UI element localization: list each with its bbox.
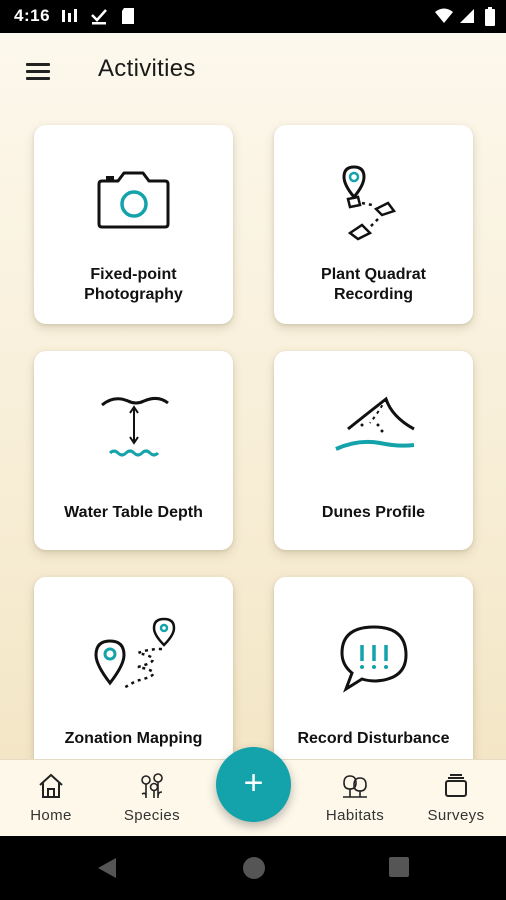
nav-label-species: Species [123,807,181,824]
back-icon[interactable] [96,856,118,880]
activity-label: Fixed-point Photography [42,265,225,305]
cell-signal-icon [460,9,474,23]
activity-label-line1: Fixed-point [90,266,177,283]
surveys-stack-icon [445,774,467,797]
activity-card-zonation-mapping[interactable]: Zonation Mapping [34,577,233,776]
wifi-icon [435,8,453,23]
trees-icon [343,775,367,798]
status-time: 4:16 [14,6,51,25]
activity-card-record-disturbance[interactable]: Record Disturbance [274,577,473,776]
nav-item-species[interactable]: Species [107,760,197,836]
home-circle-icon[interactable] [240,854,268,882]
page-title: Activities [98,55,196,82]
activity-label: Zonation Mapping [64,730,203,747]
status-bar: 4:16 [0,0,506,33]
activity-label: Record Disturbance [297,730,450,747]
nav-item-habitats[interactable]: Habitats [310,760,400,836]
dune-profile-icon [335,396,415,451]
nav-label-surveys: Surveys [427,807,485,824]
battery-icon [485,7,495,26]
nav-label-habitats: Habitats [325,807,385,824]
activity-label-line1: Plant Quadrat [321,266,426,283]
activity-label: Water Table Depth [64,504,203,521]
recents-icon[interactable] [388,856,410,878]
camera-icon [97,171,170,229]
activity-label: Plant Quadrat Recording [282,265,465,305]
sd-card-icon [122,8,134,24]
system-navigation-bar [0,836,506,900]
nav-item-home[interactable]: Home [6,760,96,836]
sim-signal-icon [62,9,77,22]
flowers-icon [141,773,163,798]
zonation-map-icon [94,617,176,691]
water-depth-icon [101,396,169,457]
activity-card-dunes-profile[interactable]: Dunes Profile [274,351,473,550]
download-done-icon [91,9,107,25]
nav-label-home: Home [30,807,72,824]
nav-item-surveys[interactable]: Surveys [411,760,501,836]
add-icon: + [243,764,264,802]
activity-card-water-table-depth[interactable]: Water Table Depth [34,351,233,550]
activity-card-plant-quadrat-recording[interactable]: Plant Quadrat Recording [274,125,473,324]
activity-card-fixed-point-photography[interactable]: Fixed-point Photography [34,125,233,324]
hamburger-menu-icon[interactable] [20,55,56,87]
app-screen: Activities Fixed-point Photography Plant… [0,33,506,836]
quadrat-map-icon [342,165,397,241]
activity-label-line2: Photography [84,286,183,303]
activity-label: Dunes Profile [321,504,426,521]
app-bar: Activities [0,33,506,109]
activity-label-line2: Recording [333,286,414,303]
disturbance-speech-icon [340,625,408,693]
home-icon [39,773,63,798]
add-activity-button[interactable]: + [216,747,291,822]
